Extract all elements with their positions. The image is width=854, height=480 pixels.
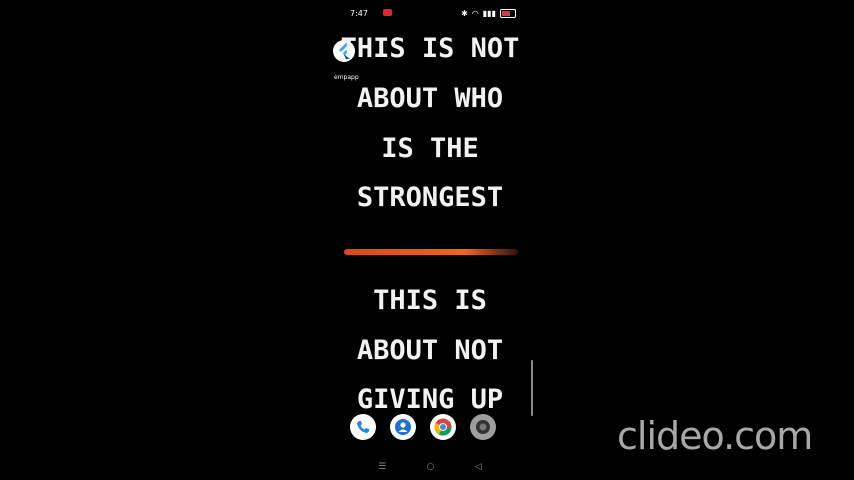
brush-divider bbox=[344, 249, 518, 255]
navigation-bar: ☰ ○ ◁ bbox=[336, 462, 524, 472]
quote-line-6: ABOUT NOT bbox=[356, 335, 504, 366]
contacts-icon[interactable] bbox=[390, 414, 416, 440]
status-time: 7:47 bbox=[350, 9, 368, 18]
phone-screen: 7:47 ✱ ◠ ▮▮▮ 87 empapp THIS IS NOT ABOUT… bbox=[333, 0, 533, 480]
clideo-watermark: clideo.com bbox=[617, 414, 813, 458]
battery-icon bbox=[500, 9, 516, 18]
quote-line-1: THIS IS NOT bbox=[340, 33, 520, 64]
status-icons: ✱ ◠ ▮▮▮ 87 bbox=[461, 9, 516, 18]
quote-line-7: GIVING UP bbox=[356, 384, 504, 415]
recent-apps-button[interactable]: ☰ bbox=[378, 462, 386, 472]
status-bar: 7:47 ✱ ◠ ▮▮▮ 87 bbox=[350, 8, 516, 22]
scrollbar[interactable] bbox=[531, 360, 533, 416]
bluetooth-icon: ✱ bbox=[461, 9, 468, 18]
app-label: empapp bbox=[334, 74, 359, 81]
quote-line-5: THIS IS bbox=[373, 285, 487, 316]
home-button[interactable]: ○ bbox=[427, 462, 435, 472]
quote-line-3: IS THE bbox=[381, 133, 479, 164]
phone-icon[interactable] bbox=[350, 414, 376, 440]
back-button[interactable]: ◁ bbox=[475, 462, 482, 472]
signal-icon: ▮▮▮ bbox=[482, 9, 496, 18]
wifi-icon: ◠ bbox=[471, 9, 479, 18]
screen-record-icon bbox=[383, 9, 392, 16]
camera-icon[interactable] bbox=[470, 414, 496, 440]
quote-line-2: ABOUT WHO bbox=[356, 83, 504, 114]
quote-line-4: STRONGEST bbox=[356, 182, 504, 213]
chrome-icon[interactable] bbox=[430, 414, 456, 440]
app-dock bbox=[350, 414, 496, 440]
